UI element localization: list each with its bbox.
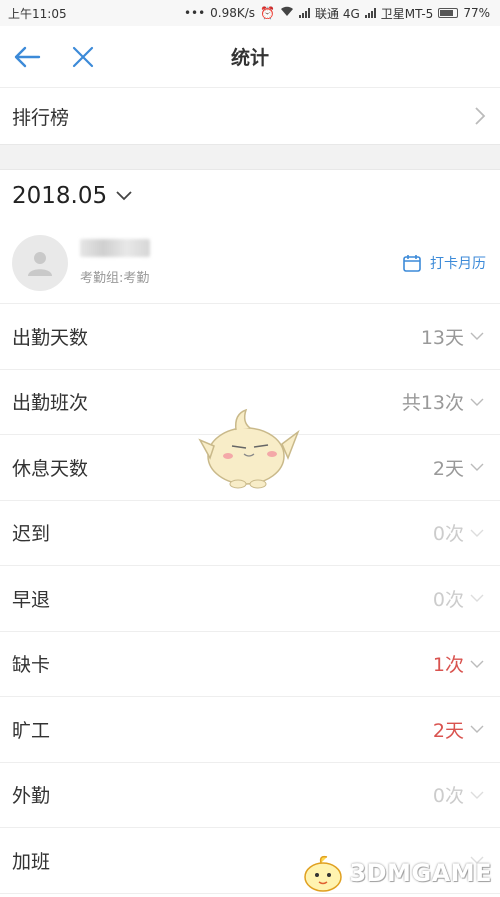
nav-bar: 统计 [0,26,500,88]
stat-value: 2天 [432,457,464,480]
carrier-2: 卫星MT-5 [380,6,434,21]
stat-label: 休息天数 [12,457,89,480]
person-icon [28,251,52,276]
stat-label: 缺卡 [12,654,51,677]
signal-icon-2 [364,8,376,18]
chevron-down-icon [116,191,132,201]
stat-row[interactable]: 出勤班次 共13次 [0,370,500,435]
user-info: 考勤组:考勤 [80,239,150,286]
chevron-down-icon [470,529,484,537]
stat-value-group: 2天 [433,454,484,481]
stat-row[interactable]: 早退 0次 [0,566,500,632]
stat-value: 共13次 [401,392,464,415]
stat-value: 0次 [432,785,464,808]
chevron-down-icon [470,463,484,472]
calendar-icon [403,254,421,272]
stat-row[interactable]: 旷工 2天 [0,697,500,763]
attendance-group: 考勤组:考勤 [80,271,150,286]
stat-value-group: 2天 [433,716,484,743]
ranking-label: 排行榜 [12,106,70,129]
stat-label: 旷工 [12,719,51,742]
status-bar: 上午11:05 ••• 0.98K/s ⏰ 联通 4G 卫星MT-5 77% [0,0,500,26]
network-speed: 0.98K/s [210,6,256,20]
battery-icon [438,8,459,18]
section-divider [0,144,500,170]
status-dots: ••• [183,6,206,20]
stat-row[interactable]: 迟到 0次 [0,501,500,566]
stat-label: 出勤天数 [12,326,89,349]
stat-row[interactable]: 外勤 0次 [0,763,500,828]
stat-row[interactable]: 休息天数 2天 [0,435,500,501]
close-icon [72,46,94,67]
close-button[interactable] [66,40,100,74]
chevron-down-icon [470,332,484,341]
month-selector[interactable]: 2018.05 [0,170,500,222]
status-time: 上午11:05 [8,6,67,21]
stat-row[interactable]: 缺卡 1次 [0,632,500,697]
stat-value-group: 0次 [433,781,484,808]
stat-label: 外勤 [12,785,51,808]
calendar-button[interactable]: 打卡月历 [402,253,486,273]
ranking-row[interactable]: 排行榜 [0,88,500,144]
calendar-label: 打卡月历 [430,255,486,272]
arrow-left-icon [14,46,41,67]
wifi-icon [280,6,294,20]
user-name-blurred [80,239,150,257]
stat-value-group: 13天 [421,323,484,350]
chevron-down-icon [470,594,484,603]
stat-label: 出勤班次 [12,392,89,415]
stat-value-group: 0次 [433,519,484,546]
month-label: 2018.05 [12,183,108,209]
chevron-down-icon [470,725,484,734]
stat-row[interactable]: 加班 [0,828,500,894]
signal-icon [299,8,311,18]
stats-list: 出勤天数 13天 出勤班次 共13次 休息天数 2天 迟到 0次 早退 0次 缺卡 1次 旷工 2天 外勤 0… [0,304,500,894]
user-card: 考勤组:考勤 打卡月历 [0,222,500,304]
stat-value: 0次 [432,588,464,611]
avatar [12,234,68,291]
stat-row[interactable]: 出勤天数 13天 [0,304,500,370]
stat-value: 1次 [432,654,464,677]
stat-value-group [464,855,484,865]
battery-percent: 77% [463,6,490,20]
stat-label: 迟到 [12,523,51,546]
stat-value-group: 0次 [433,585,484,612]
stat-label: 加班 [12,850,51,873]
stat-value: 2天 [432,719,464,742]
carrier-1: 联通 4G [315,6,360,21]
chevron-down-icon [470,791,484,799]
chevron-right-icon [475,107,486,125]
stat-value: 13天 [420,326,464,349]
chevron-down-icon [470,398,484,406]
chevron-down-icon [470,660,484,668]
stat-label: 早退 [12,588,51,611]
status-indicators: ••• 0.98K/s ⏰ 联通 4G 卫星MT-5 77% [184,5,490,22]
alarm-icon: ⏰ [260,6,276,20]
chevron-down-icon [470,856,484,865]
stat-value: 0次 [432,523,464,546]
stat-value-group: 1次 [433,650,484,677]
back-button[interactable] [10,40,44,74]
stat-value-group: 共13次 [402,388,484,415]
